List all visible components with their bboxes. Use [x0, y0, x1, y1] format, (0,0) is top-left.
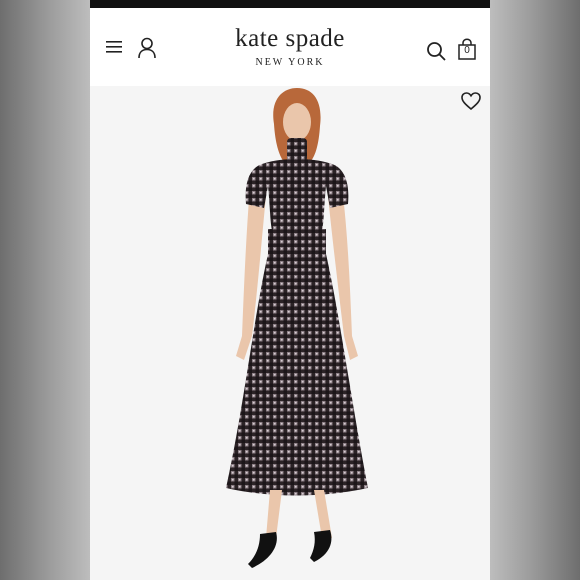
- wishlist-heart-icon[interactable]: [460, 91, 482, 111]
- bag-count: 0: [464, 45, 470, 56]
- background-blur-left: [0, 0, 90, 580]
- phone-screen: kate spade NEW YORK 0: [90, 0, 490, 580]
- product-image-area: [90, 86, 490, 580]
- background-blur-right: [490, 0, 580, 580]
- status-bar: [90, 0, 490, 8]
- product-image[interactable]: [210, 86, 380, 580]
- site-header: kate spade NEW YORK 0: [90, 8, 490, 86]
- search-icon[interactable]: [426, 41, 446, 61]
